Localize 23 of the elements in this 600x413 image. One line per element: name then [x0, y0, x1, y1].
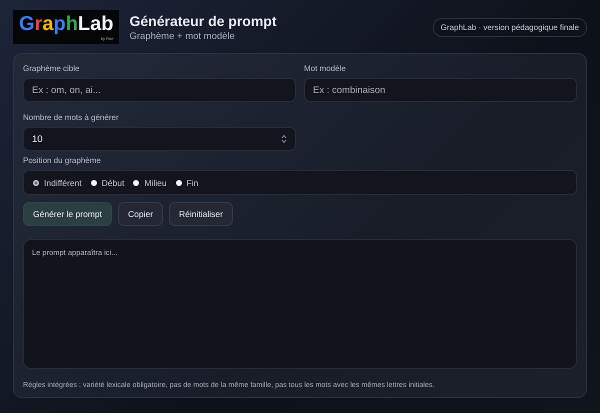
field-label: Nombre de mots à générer	[23, 113, 120, 122]
spinner-icon	[281, 134, 287, 144]
page-title: Générateur de prompt	[129, 12, 278, 28]
radio-option[interactable]: Indifférent	[33, 178, 82, 188]
logo-wordmark: GraphLab	[19, 12, 114, 36]
input-field[interactable]: Ex : om, on, ai...	[23, 78, 296, 102]
field-label: Position du graphème	[23, 156, 102, 165]
radio-option[interactable]: Début	[90, 178, 124, 188]
radio-option[interactable]: Fin	[176, 178, 198, 188]
generate-button[interactable]: Générer le prompt	[23, 202, 112, 226]
input-field[interactable]: Ex : combinaison	[304, 78, 577, 102]
action-button[interactable]: Réinitialiser	[169, 202, 233, 226]
field-label: Mot modèle	[304, 64, 347, 73]
radio-option[interactable]: Milieu	[133, 178, 167, 188]
page-subtitle: Graphème + mot modèle	[129, 30, 236, 42]
radio-icon[interactable]	[176, 180, 182, 186]
radio-icon[interactable]	[90, 180, 97, 186]
version-badge: GraphLab · version pédagogique finale	[432, 18, 587, 36]
number-field[interactable]: 10	[23, 127, 296, 151]
action-button[interactable]: Copier	[118, 202, 164, 226]
radio-icon[interactable]	[33, 180, 39, 186]
field-label: Graphème cible	[23, 64, 80, 73]
radio-icon[interactable]	[133, 180, 140, 186]
